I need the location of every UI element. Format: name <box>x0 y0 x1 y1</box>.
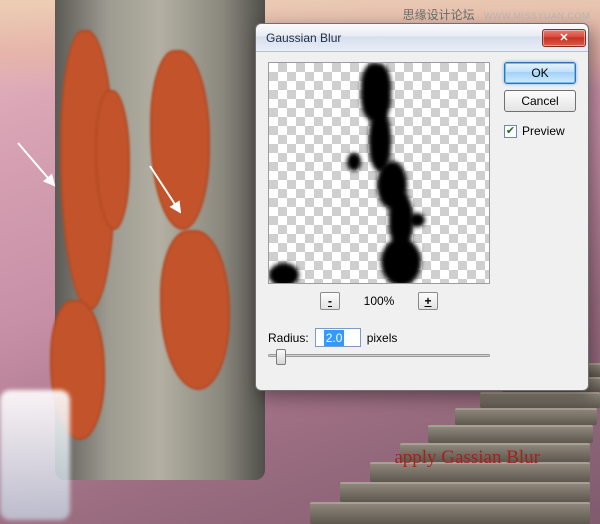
zoom-out-button[interactable]: - <box>320 292 340 310</box>
dialog-title: Gaussian Blur <box>266 31 542 45</box>
annotation-arrow-icon <box>140 160 200 220</box>
radius-slider-track[interactable] <box>268 354 490 357</box>
cancel-button[interactable]: Cancel <box>504 90 576 112</box>
zoom-value: 100% <box>358 294 400 308</box>
blur-preview[interactable] <box>268 62 490 284</box>
dialog-titlebar[interactable]: Gaussian Blur ✕ <box>256 24 588 52</box>
checkbox-icon: ✔ <box>504 125 517 138</box>
watermark-text: 思缘设计论坛 <box>403 8 475 22</box>
gaussian-blur-dialog: Gaussian Blur ✕ - 100% + Radius: 2.0 <box>255 23 589 391</box>
close-icon: ✕ <box>559 31 568 44</box>
radius-input[interactable]: 2.0 <box>324 330 345 346</box>
radius-unit: pixels <box>367 331 398 345</box>
radius-label: Radius: <box>268 331 309 345</box>
preview-checkbox[interactable]: ✔ Preview <box>504 124 565 138</box>
preview-label: Preview <box>522 124 565 138</box>
watermark: 思缘设计论坛 WWW.MISSYUAN.COM <box>403 6 590 23</box>
close-button[interactable]: ✕ <box>542 29 586 47</box>
ok-button[interactable]: OK <box>504 62 576 84</box>
annotation-arrow-icon <box>10 135 70 195</box>
plus-icon: + <box>424 294 431 308</box>
annotation-text: apply Gassian Blur <box>394 447 540 469</box>
minus-icon: - <box>328 294 332 308</box>
radius-slider-thumb[interactable] <box>276 349 286 365</box>
zoom-in-button[interactable]: + <box>418 292 438 310</box>
watermark-url: WWW.MISSYUAN.COM <box>484 11 590 21</box>
